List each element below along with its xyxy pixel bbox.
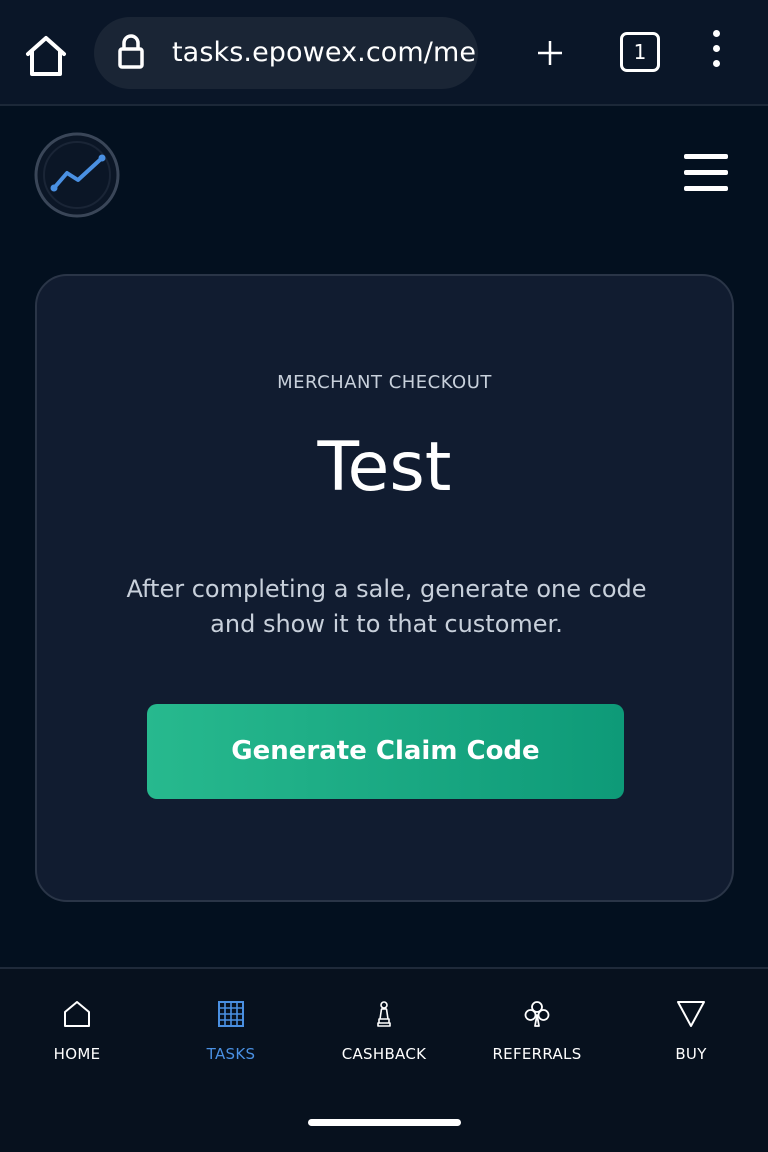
address-bar[interactable]: tasks.epowex.com/merchant <box>94 17 478 89</box>
triangle-down-icon <box>677 1001 705 1027</box>
merchant-name: Test <box>317 428 452 507</box>
site-header <box>0 106 768 256</box>
lock-icon <box>118 34 144 69</box>
nav-item-home[interactable]: HOME <box>2 999 152 1063</box>
nav-label: BUY <box>675 1045 707 1063</box>
browser-menu-icon[interactable] <box>706 30 726 78</box>
nav-item-cashback[interactable]: CASHBACK <box>309 999 459 1063</box>
merchant-checkout-card: MERCHANT CHECKOUT Test After completing … <box>35 274 734 902</box>
nav-label: TASKS <box>206 1045 256 1063</box>
home-indicator[interactable] <box>308 1119 461 1126</box>
grid-icon <box>218 1001 244 1027</box>
nav-item-tasks[interactable]: TASKS <box>156 999 306 1063</box>
home-icon <box>64 1001 90 1027</box>
browser-home-button[interactable] <box>22 32 70 80</box>
club-icon <box>524 1001 550 1027</box>
nav-label: CASHBACK <box>341 1045 427 1063</box>
nav-label: HOME <box>53 1045 101 1063</box>
bottom-navigation: HOME TASKS CASHBACK REFERRALS BUY <box>0 967 768 1152</box>
new-tab-icon[interactable] <box>534 37 566 69</box>
section-eyebrow: MERCHANT CHECKOUT <box>277 372 492 393</box>
chess-pawn-icon <box>377 1001 391 1027</box>
hamburger-menu-icon[interactable] <box>684 154 728 194</box>
instructions-text: After completing a sale, generate one co… <box>126 575 647 638</box>
logo-chart-icon[interactable] <box>34 132 120 218</box>
browser-toolbar: tasks.epowex.com/merchant 1 <box>0 0 768 106</box>
nav-item-buy[interactable]: BUY <box>616 999 766 1063</box>
home-icon <box>26 36 66 76</box>
url-text: tasks.epowex.com/merchant <box>172 37 478 68</box>
nav-item-referrals[interactable]: REFERRALS <box>462 999 612 1063</box>
generate-claim-code-button[interactable]: Generate Claim Code <box>147 704 624 799</box>
nav-label: REFERRALS <box>492 1045 582 1063</box>
tab-switcher-button[interactable]: 1 <box>620 32 660 72</box>
